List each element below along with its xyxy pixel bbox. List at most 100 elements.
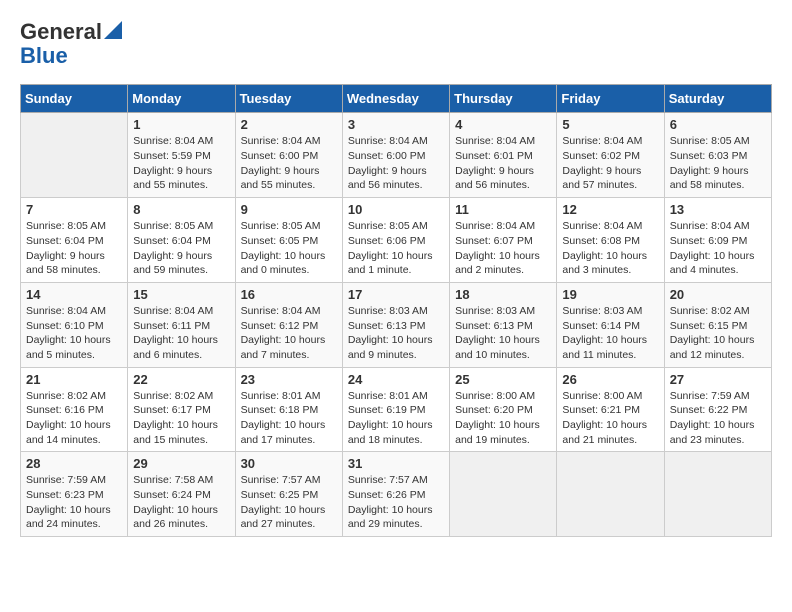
weekday-header-monday: Monday bbox=[128, 85, 235, 113]
calendar-cell: 5Sunrise: 8:04 AMSunset: 6:02 PMDaylight… bbox=[557, 113, 664, 198]
calendar-cell: 1 Sunrise: 8:04 AMSunset: 5:59 PMDaylight… bbox=[128, 113, 235, 198]
day-number: 15 bbox=[133, 287, 229, 302]
day-number: 22 bbox=[133, 372, 229, 387]
calendar-cell: 31 Sunrise: 7:57 AMSunset: 6:26 PMDayligh… bbox=[342, 452, 449, 537]
calendar-cell: 23 Sunrise: 8:01 AMSunset: 6:18 PMDayligh… bbox=[235, 367, 342, 452]
logo-blue-text: Blue bbox=[20, 43, 68, 68]
calendar-week-5: 28 Sunrise: 7:59 AMSunset: 6:23 PMDayligh… bbox=[21, 452, 772, 537]
day-info: Sunrise: 8:04 AMSunset: 6:01 PMDaylight:… bbox=[455, 134, 551, 193]
day-number: 20 bbox=[670, 287, 766, 302]
day-info: Sunrise: 7:57 AMSunset: 6:26 PMDaylight:… bbox=[348, 473, 444, 532]
calendar-cell: 29Sunrise: 7:58 AMSunset: 6:24 PMDayligh… bbox=[128, 452, 235, 537]
day-number: 9 bbox=[241, 202, 337, 217]
day-number: 23 bbox=[241, 372, 337, 387]
day-number: 7 bbox=[26, 202, 122, 217]
calendar-cell: 25 Sunrise: 8:00 AMSunset: 6:20 PMDayligh… bbox=[450, 367, 557, 452]
calendar-cell: 11 Sunrise: 8:04 AMSunset: 6:07 PMDayligh… bbox=[450, 198, 557, 283]
day-number: 10 bbox=[348, 202, 444, 217]
day-number: 8 bbox=[133, 202, 229, 217]
day-info: Sunrise: 8:05 AMSunset: 6:03 PMDaylight:… bbox=[670, 134, 766, 193]
day-info: Sunrise: 8:04 AMSunset: 6:09 PMDaylight:… bbox=[670, 219, 766, 278]
calendar-cell: 19Sunrise: 8:03 AMSunset: 6:14 PMDayligh… bbox=[557, 282, 664, 367]
day-info: Sunrise: 8:00 AMSunset: 6:20 PMDaylight:… bbox=[455, 389, 551, 448]
calendar-cell: 22 Sunrise: 8:02 AMSunset: 6:17 PMDayligh… bbox=[128, 367, 235, 452]
day-info: Sunrise: 8:03 AMSunset: 6:13 PMDaylight:… bbox=[348, 304, 444, 363]
day-number: 1 bbox=[133, 117, 229, 132]
day-info: Sunrise: 8:04 AMSunset: 6:11 PMDaylight:… bbox=[133, 304, 229, 363]
calendar-cell: 27Sunrise: 7:59 AMSunset: 6:22 PMDayligh… bbox=[664, 367, 771, 452]
day-info: Sunrise: 7:59 AMSunset: 6:23 PMDaylight:… bbox=[26, 473, 122, 532]
calendar-cell: 28 Sunrise: 7:59 AMSunset: 6:23 PMDayligh… bbox=[21, 452, 128, 537]
day-info: Sunrise: 8:04 AMSunset: 6:08 PMDaylight:… bbox=[562, 219, 658, 278]
day-number: 11 bbox=[455, 202, 551, 217]
calendar-cell: 12 Sunrise: 8:04 AMSunset: 6:08 PMDayligh… bbox=[557, 198, 664, 283]
day-number: 14 bbox=[26, 287, 122, 302]
calendar-cell: 24 Sunrise: 8:01 AMSunset: 6:19 PMDayligh… bbox=[342, 367, 449, 452]
day-number: 12 bbox=[562, 202, 658, 217]
calendar-cell bbox=[557, 452, 664, 537]
day-number: 5 bbox=[562, 117, 658, 132]
calendar-cell: 18 Sunrise: 8:03 AMSunset: 6:13 PMDayligh… bbox=[450, 282, 557, 367]
page-header: General Blue bbox=[20, 20, 772, 68]
day-number: 29 bbox=[133, 456, 229, 471]
calendar-cell bbox=[21, 113, 128, 198]
calendar-cell: 9 Sunrise: 8:05 AMSunset: 6:05 PMDaylight… bbox=[235, 198, 342, 283]
day-number: 6 bbox=[670, 117, 766, 132]
day-info: Sunrise: 8:02 AMSunset: 6:17 PMDaylight:… bbox=[133, 389, 229, 448]
calendar-cell bbox=[450, 452, 557, 537]
calendar-cell: 21 Sunrise: 8:02 AMSunset: 6:16 PMDayligh… bbox=[21, 367, 128, 452]
day-number: 25 bbox=[455, 372, 551, 387]
day-number: 13 bbox=[670, 202, 766, 217]
day-info: Sunrise: 8:02 AMSunset: 6:16 PMDaylight:… bbox=[26, 389, 122, 448]
logo-icon bbox=[104, 21, 122, 39]
calendar-cell: 26Sunrise: 8:00 AMSunset: 6:21 PMDayligh… bbox=[557, 367, 664, 452]
day-info: Sunrise: 8:04 AMSunset: 5:59 PMDaylight:… bbox=[133, 134, 229, 193]
day-info: Sunrise: 7:57 AMSunset: 6:25 PMDaylight:… bbox=[241, 473, 337, 532]
day-info: Sunrise: 8:04 AMSunset: 6:10 PMDaylight:… bbox=[26, 304, 122, 363]
day-number: 21 bbox=[26, 372, 122, 387]
day-number: 16 bbox=[241, 287, 337, 302]
day-number: 18 bbox=[455, 287, 551, 302]
day-number: 19 bbox=[562, 287, 658, 302]
calendar-cell: 4 Sunrise: 8:04 AMSunset: 6:01 PMDaylight… bbox=[450, 113, 557, 198]
calendar-cell: 17 Sunrise: 8:03 AMSunset: 6:13 PMDayligh… bbox=[342, 282, 449, 367]
day-number: 24 bbox=[348, 372, 444, 387]
day-info: Sunrise: 8:04 AMSunset: 6:07 PMDaylight:… bbox=[455, 219, 551, 278]
calendar-week-1: 1 Sunrise: 8:04 AMSunset: 5:59 PMDaylight… bbox=[21, 113, 772, 198]
day-info: Sunrise: 8:01 AMSunset: 6:18 PMDaylight:… bbox=[241, 389, 337, 448]
day-number: 31 bbox=[348, 456, 444, 471]
logo-general-text: General bbox=[20, 19, 102, 44]
calendar-cell bbox=[664, 452, 771, 537]
day-info: Sunrise: 8:05 AMSunset: 6:05 PMDaylight:… bbox=[241, 219, 337, 278]
day-info: Sunrise: 8:04 AMSunset: 6:12 PMDaylight:… bbox=[241, 304, 337, 363]
day-info: Sunrise: 8:05 AMSunset: 6:04 PMDaylight:… bbox=[26, 219, 122, 278]
calendar-cell: 16 Sunrise: 8:04 AMSunset: 6:12 PMDayligh… bbox=[235, 282, 342, 367]
day-number: 28 bbox=[26, 456, 122, 471]
calendar-cell: 10Sunrise: 8:05 AMSunset: 6:06 PMDayligh… bbox=[342, 198, 449, 283]
day-number: 30 bbox=[241, 456, 337, 471]
calendar-week-4: 21 Sunrise: 8:02 AMSunset: 6:16 PMDayligh… bbox=[21, 367, 772, 452]
calendar-cell: 30 Sunrise: 7:57 AMSunset: 6:25 PMDayligh… bbox=[235, 452, 342, 537]
weekday-header-friday: Friday bbox=[557, 85, 664, 113]
logo: General Blue bbox=[20, 20, 122, 68]
day-number: 3 bbox=[348, 117, 444, 132]
day-info: Sunrise: 8:01 AMSunset: 6:19 PMDaylight:… bbox=[348, 389, 444, 448]
day-number: 2 bbox=[241, 117, 337, 132]
calendar-cell: 8Sunrise: 8:05 AMSunset: 6:04 PMDaylight… bbox=[128, 198, 235, 283]
day-info: Sunrise: 8:03 AMSunset: 6:13 PMDaylight:… bbox=[455, 304, 551, 363]
day-number: 4 bbox=[455, 117, 551, 132]
day-info: Sunrise: 8:00 AMSunset: 6:21 PMDaylight:… bbox=[562, 389, 658, 448]
calendar-week-2: 7 Sunrise: 8:05 AMSunset: 6:04 PMDaylight… bbox=[21, 198, 772, 283]
day-number: 17 bbox=[348, 287, 444, 302]
calendar-week-3: 14 Sunrise: 8:04 AMSunset: 6:10 PMDayligh… bbox=[21, 282, 772, 367]
calendar-cell: 15 Sunrise: 8:04 AMSunset: 6:11 PMDayligh… bbox=[128, 282, 235, 367]
day-number: 27 bbox=[670, 372, 766, 387]
day-info: Sunrise: 8:02 AMSunset: 6:15 PMDaylight:… bbox=[670, 304, 766, 363]
calendar-cell: 2 Sunrise: 8:04 AMSunset: 6:00 PMDaylight… bbox=[235, 113, 342, 198]
calendar-table: SundayMondayTuesdayWednesdayThursdayFrid… bbox=[20, 84, 772, 537]
day-info: Sunrise: 8:04 AMSunset: 6:00 PMDaylight:… bbox=[241, 134, 337, 193]
calendar-cell: 14 Sunrise: 8:04 AMSunset: 6:10 PMDayligh… bbox=[21, 282, 128, 367]
weekday-header-wednesday: Wednesday bbox=[342, 85, 449, 113]
day-info: Sunrise: 8:04 AMSunset: 6:00 PMDaylight:… bbox=[348, 134, 444, 193]
calendar-cell: 6 Sunrise: 8:05 AMSunset: 6:03 PMDaylight… bbox=[664, 113, 771, 198]
